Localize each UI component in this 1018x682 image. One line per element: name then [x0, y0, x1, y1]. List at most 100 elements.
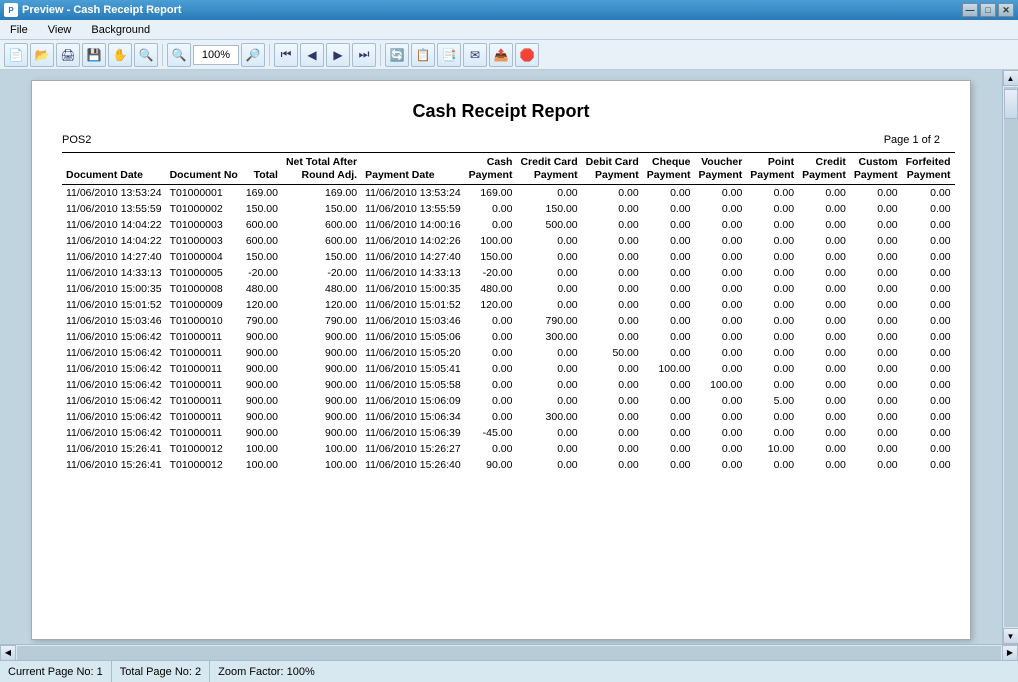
col-payment-date: Payment Date [361, 153, 465, 185]
table-cell: 0.00 [516, 265, 581, 281]
scroll-thumb-v[interactable] [1004, 89, 1018, 119]
menu-background[interactable]: Background [85, 22, 156, 38]
close-button[interactable]: ✕ [998, 3, 1014, 17]
table-cell: 0.00 [582, 457, 643, 473]
scroll-left-button[interactable]: ◀ [0, 645, 16, 661]
horizontal-scrollbar[interactable]: ◀ ▶ [0, 644, 1018, 660]
table-cell: 0.00 [902, 233, 955, 249]
table-cell: 0.00 [850, 185, 902, 202]
table-cell: 0.00 [850, 281, 902, 297]
minimize-button[interactable]: — [962, 3, 978, 17]
report-title: Cash Receipt Report [62, 101, 940, 122]
stop-button[interactable]: 🛑 [515, 43, 539, 67]
table-cell: 0.00 [850, 393, 902, 409]
zoom-input[interactable]: 100% [193, 45, 239, 65]
window-controls[interactable]: — □ ✕ [962, 3, 1014, 17]
print-button[interactable]: 🖨 [56, 43, 80, 67]
zoom-out-button[interactable]: 🔍 [167, 43, 191, 67]
first-page-button[interactable]: ⏮ [274, 43, 298, 67]
table-cell: 0.00 [695, 457, 747, 473]
table-cell: 300.00 [516, 329, 581, 345]
table-row: 11/06/2010 15:06:42T01000011900.00900.00… [62, 393, 955, 409]
table-cell: 0.00 [798, 409, 850, 425]
table-cell: 11/06/2010 14:27:40 [361, 249, 465, 265]
table-cell: -20.00 [465, 265, 517, 281]
report-page: Cash Receipt Report POS2 Page 1 of 2 Doc… [31, 80, 971, 640]
table-cell: 11/06/2010 14:00:16 [361, 217, 465, 233]
scroll-up-button[interactable]: ▲ [1003, 70, 1018, 86]
table-cell: 0.00 [516, 393, 581, 409]
table-cell: 0.00 [516, 377, 581, 393]
toolbar: 📄 📂 🖨 💾 ✋ 🔍 🔍 100% 🔎 ⏮ ◀ ▶ ⏭ 🔄 📋 📑 ✉ 📤 🛑 [0, 40, 1018, 70]
table-cell: 0.00 [695, 313, 747, 329]
refresh-button[interactable]: 🔄 [385, 43, 409, 67]
table-cell: 0.00 [902, 425, 955, 441]
scroll-down-button[interactable]: ▼ [1003, 628, 1018, 644]
table-cell: 0.00 [798, 265, 850, 281]
share-button[interactable]: 📤 [489, 43, 513, 67]
table-cell: 0.00 [643, 393, 695, 409]
table-cell: T01000012 [166, 457, 242, 473]
table-cell: 600.00 [242, 217, 282, 233]
table-cell: 0.00 [902, 457, 955, 473]
scroll-track-v[interactable] [1004, 87, 1018, 627]
table-cell: 11/06/2010 15:01:52 [361, 297, 465, 313]
table-cell: T01000001 [166, 185, 242, 202]
zoom-in-button[interactable]: 🔎 [241, 43, 265, 67]
table-cell: 150.00 [465, 249, 517, 265]
table-row: 11/06/2010 13:55:59T01000002150.00150.00… [62, 201, 955, 217]
table-cell: 0.00 [850, 441, 902, 457]
page-setup-button[interactable]: 📑 [437, 43, 461, 67]
table-cell: 11/06/2010 15:05:20 [361, 345, 465, 361]
table-cell: 11/06/2010 15:06:42 [62, 329, 166, 345]
report-scroll[interactable]: Cash Receipt Report POS2 Page 1 of 2 Doc… [0, 70, 1002, 644]
table-cell: 0.00 [798, 345, 850, 361]
next-page-button[interactable]: ▶ [326, 43, 350, 67]
table-cell: 0.00 [902, 281, 955, 297]
export-button[interactable]: 💾 [82, 43, 106, 67]
table-cell: 0.00 [798, 441, 850, 457]
table-cell: 0.00 [746, 313, 798, 329]
prev-page-button[interactable]: ◀ [300, 43, 324, 67]
table-cell: 0.00 [902, 441, 955, 457]
table-cell: 11/06/2010 13:55:59 [361, 201, 465, 217]
vertical-scrollbar[interactable]: ▲ ▼ [1002, 70, 1018, 644]
table-cell: 0.00 [582, 409, 643, 425]
table-cell: 0.00 [798, 393, 850, 409]
table-cell: 0.00 [582, 361, 643, 377]
table-cell: 11/06/2010 15:06:42 [62, 345, 166, 361]
table-cell: 11/06/2010 14:33:13 [62, 265, 166, 281]
table-cell: 0.00 [850, 265, 902, 281]
table-cell: 0.00 [798, 457, 850, 473]
table-cell: 169.00 [242, 185, 282, 202]
table-cell: 0.00 [746, 185, 798, 202]
table-cell: 0.00 [902, 249, 955, 265]
table-cell: 0.00 [850, 377, 902, 393]
table-cell: 900.00 [242, 345, 282, 361]
table-cell: 0.00 [582, 393, 643, 409]
copy-button[interactable]: 📋 [411, 43, 435, 67]
table-cell: 90.00 [465, 457, 517, 473]
table-cell: 0.00 [582, 329, 643, 345]
menu-file[interactable]: File [4, 22, 34, 38]
scroll-track-h[interactable] [17, 646, 1001, 660]
open-button[interactable]: 📂 [30, 43, 54, 67]
email-button[interactable]: ✉ [463, 43, 487, 67]
table-cell: 0.00 [582, 201, 643, 217]
table-cell: 0.00 [902, 297, 955, 313]
table-cell: 0.00 [902, 361, 955, 377]
hand-tool[interactable]: ✋ [108, 43, 132, 67]
table-cell: 50.00 [582, 345, 643, 361]
new-button[interactable]: 📄 [4, 43, 28, 67]
table-cell: 150.00 [242, 249, 282, 265]
app-icon: P [4, 3, 18, 17]
scroll-right-button[interactable]: ▶ [1002, 645, 1018, 661]
col-cash: CashPayment [465, 153, 517, 185]
last-page-button[interactable]: ⏭ [352, 43, 376, 67]
maximize-button[interactable]: □ [980, 3, 996, 17]
table-cell: 0.00 [516, 457, 581, 473]
menu-view[interactable]: View [42, 22, 78, 38]
status-zoom: Zoom Factor: 100% [210, 661, 323, 682]
search-button[interactable]: 🔍 [134, 43, 158, 67]
table-cell: 900.00 [242, 361, 282, 377]
